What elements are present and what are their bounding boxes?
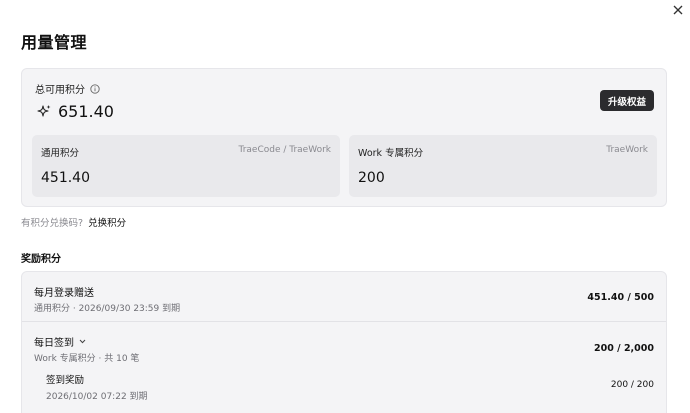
- page-title: 用量管理: [21, 33, 88, 52]
- reward-title[interactable]: 每日签到: [34, 334, 87, 349]
- total-credits-card: 总可用积分 651.40 升级权益 通用积分 TraeCode / TraeWo…: [21, 68, 667, 207]
- reward-title-text: 每月登录赠送: [34, 288, 94, 299]
- redeem-prompt: 有积分兑换码?: [21, 218, 84, 229]
- chevron-down-icon[interactable]: [78, 337, 87, 346]
- reward-row-checkin-bonus: 签到奖励 2026/10/02 07:22 到期 200 / 200: [22, 370, 666, 410]
- general-credits-value: 451.40: [41, 170, 90, 186]
- work-credits-value: 200: [358, 170, 385, 186]
- reward-title-text: 签到奖励: [46, 375, 85, 386]
- reward-title: 签到奖励: [46, 372, 84, 386]
- redeem-link[interactable]: 兑换积分: [88, 218, 126, 229]
- sparkle-icon: [36, 104, 52, 120]
- rewards-list: 每月登录赠送 通用积分 · 2026/09/30 23:59 到期 451.40…: [21, 271, 667, 413]
- info-icon[interactable]: [90, 83, 100, 94]
- work-credits-card: Work 专属积分 TraeWork 200: [349, 135, 657, 197]
- close-icon[interactable]: [670, 2, 686, 18]
- reward-title: 每月登录赠送: [34, 284, 94, 299]
- reward-subtitle: Work 专属积分 · 共 10 笔: [34, 354, 140, 364]
- usage-management-page: 用量管理 总可用积分 651.40 升级权益 通用积分 TraeCode / T…: [0, 0, 690, 413]
- redeem-row: 有积分兑换码? 兑换积分: [21, 215, 126, 229]
- work-credits-tag: TraeWork: [606, 145, 648, 155]
- upgrade-button[interactable]: 升级权益: [599, 90, 654, 111]
- reward-row-daily-checkin[interactable]: 每日签到 Work 专属积分 · 共 10 笔 200 / 2,000: [22, 322, 666, 370]
- reward-row-monthly-login: 每月登录赠送 通用积分 · 2026/09/30 23:59 到期 451.40…: [22, 272, 666, 322]
- total-label: 总可用积分: [35, 85, 85, 96]
- rewards-section-title: 奖励积分: [21, 254, 61, 265]
- reward-value: 451.40 / 500: [587, 292, 654, 303]
- general-credits-label: 通用积分: [41, 148, 80, 159]
- work-credits-label: Work 专属积分: [358, 148, 424, 159]
- total-value-row: 651.40: [36, 102, 114, 121]
- reward-subtitle: 通用积分 · 2026/09/30 23:59 到期: [34, 304, 181, 314]
- reward-value: 200 / 2,000: [594, 343, 654, 354]
- reward-title-text: 每日签到: [34, 338, 74, 349]
- reward-subtitle: 2026/10/02 07:22 到期: [46, 392, 148, 402]
- general-credits-card: 通用积分 TraeCode / TraeWork 451.40: [32, 135, 340, 197]
- reward-value: 200 / 200: [610, 380, 654, 390]
- total-label-row: 总可用积分: [35, 81, 100, 96]
- general-credits-tag: TraeCode / TraeWork: [238, 145, 331, 155]
- total-value: 651.40: [58, 102, 114, 121]
